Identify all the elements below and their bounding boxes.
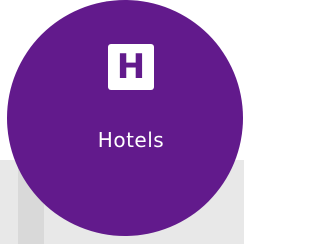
hotel-icon: H bbox=[108, 44, 154, 90]
page-canvas: H Hotels bbox=[0, 0, 244, 244]
hotels-label: Hotels bbox=[97, 128, 165, 152]
hotels-category-button[interactable]: H Hotels bbox=[7, 0, 243, 236]
